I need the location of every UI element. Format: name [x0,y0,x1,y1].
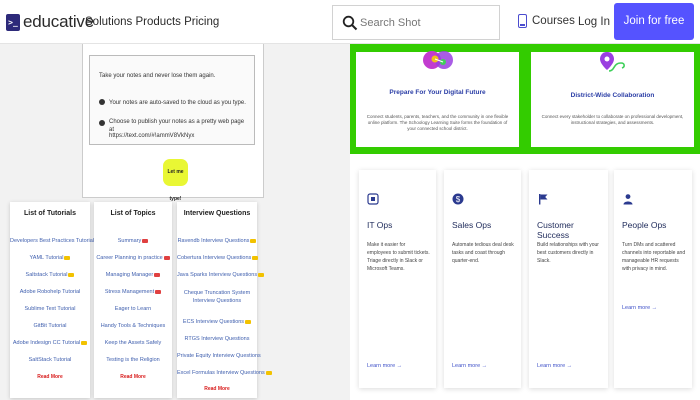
feature-title: Prepare For Your Digital Future [389,89,486,96]
ops-title: People Ops [622,220,667,230]
list-item[interactable]: RTGS Interview Questions [177,336,257,342]
feature-card-digital-future: Prepare For Your Digital Future Connect … [356,51,519,147]
badge-icon [155,289,162,294]
notes-promo-card: Take your notes and never lose them agai… [82,44,264,202]
ops-card-sales[interactable]: $ Sales Ops Automate tedious deal desk t… [444,170,521,388]
badge-icon [163,255,170,260]
list-item[interactable]: Java Sparks Interview Questions [177,272,265,278]
badge-icon [64,255,71,260]
ops-description: Make it easier for employees to submit t… [367,242,430,272]
list-title: List of Tutorials [24,210,76,217]
ops-description: Automate tedious deal desk tasks and coa… [452,242,514,264]
svg-text:$: $ [456,195,461,204]
promo-text-box: Take your notes and never lose them agai… [89,55,255,145]
topics-list-card: List of Topics Summary Career Planning i… [94,202,172,398]
list-item[interactable]: Managing Manager [94,272,172,278]
read-more-link[interactable]: Read More [94,374,172,380]
ops-card-people[interactable]: People Ops Turn DMs and scattered channe… [614,170,692,388]
tutorials-list-card: List of Tutorials Developers Best Practi… [10,202,102,398]
promo-url[interactable]: https://text.com/#!ammV8VkNyx [109,132,194,140]
promo-intro: Take your notes and never lose them agai… [99,73,216,79]
join-for-free-button[interactable]: Join for free [614,3,694,40]
list-title: List of Topics [110,210,156,217]
list-item[interactable]: Private Equity Interview Questions [177,353,261,359]
promo-bullet-1: Your notes are auto-saved to the cloud a… [109,100,246,106]
list-item[interactable]: Adobe Robohelp Tutorial [10,289,90,295]
dollar-icon: $ [452,193,464,205]
list-item[interactable]: Adobe Indesign CC Tutorial [10,340,90,346]
logo-icon: >_ [6,13,20,31]
list-item[interactable]: Excel Formulas Interview Questions [177,370,272,376]
location-pin-icon [600,52,625,72]
list-item[interactable]: Eager to Learn [94,306,172,312]
flag-icon [539,194,548,205]
courses-link[interactable]: Courses [518,14,575,28]
learn-more-link[interactable]: Learn more → [367,363,402,369]
list-item[interactable]: Sublime Text Tutorial [10,306,90,312]
list-item[interactable]: Developers Best Practices Tutorial [10,238,102,244]
list-item[interactable]: Handy Tools & Techniques [94,323,172,329]
read-more-link[interactable]: Read More [10,374,90,380]
badge-icon [250,238,257,243]
learn-more-link[interactable]: Learn more → [622,305,657,311]
people-icon [623,194,633,205]
list-item[interactable]: Cobertura Interview Questions [177,255,259,261]
learn-more-link[interactable]: Learn more → [537,363,572,369]
read-more-link[interactable]: Read More [177,386,257,392]
it-ops-icon [367,193,379,205]
badge-icon [81,340,88,345]
list-item[interactable]: Cheque Truncation System Interview Quest… [177,289,257,305]
badge-icon [68,272,75,277]
interview-list-card: Interview Questions Ravendb Interview Qu… [177,202,272,398]
badge-icon [245,319,252,324]
badge-icon [265,370,272,375]
badge-icon [258,272,265,277]
badge-icon [252,255,259,260]
ops-description: Turn DMs and scattered channels into rep… [622,242,686,272]
ops-title: IT Ops [367,220,393,230]
login-link[interactable]: Log In [578,16,610,28]
ops-description: Build relationships with your best custo… [537,242,599,264]
feature-description: Connect every stakeholder to collaborate… [541,114,684,125]
badge-icon [154,272,161,277]
list-item[interactable]: Saltstack Tutorial [10,272,90,278]
ops-title: Customer Success [537,220,574,240]
list-item[interactable]: Stress Management [94,289,172,295]
nav-links[interactable]: Solutions Products Pricing [85,16,219,28]
bullet-icon [99,120,105,126]
ops-card-it[interactable]: IT Ops Make it easier for employees to s… [359,170,436,388]
connections-icon [423,51,453,69]
bullet-icon [99,99,105,105]
list-item[interactable]: Career Planning in practice [94,255,172,261]
learn-more-link[interactable]: Learn more → [452,363,487,369]
list-title: Interview Questions [183,210,251,217]
logo-text: educative [23,12,94,31]
search-icon [342,15,358,31]
courses-label: Courses [532,15,575,27]
list-item[interactable]: Ravendb Interview Questions [177,238,257,244]
feature-description: Connect students, parents, teachers, and… [366,114,509,131]
feature-title: District-Wide Collaboration [570,92,655,99]
let-me-type-button[interactable]: Let me type! [163,159,188,202]
ops-card-customer-success[interactable]: Customer Success Build relationships wit… [529,170,608,388]
list-item[interactable]: SaltStack Tutorial [10,357,90,363]
badge-icon [142,238,149,243]
list-item[interactable]: Testing is the Religion [94,357,172,363]
search-box[interactable] [332,5,500,40]
list-item[interactable]: GitBit Tutorial [10,323,90,329]
ops-title: Sales Ops [452,220,492,230]
list-item[interactable]: ECS Interview Questions [177,319,257,325]
list-item[interactable]: YAML Tutorial [10,255,90,261]
list-item[interactable]: Summary [94,238,172,244]
educative-logo[interactable]: >_ educative [6,12,94,32]
feature-card-collaboration: District-Wide Collaboration Connect ever… [531,52,694,147]
list-item[interactable]: Keep the Assets Safely [94,340,172,346]
search-input[interactable] [360,15,494,31]
book-icon [518,14,527,28]
top-navbar: >_ educative Solutions Products Pricing … [0,0,700,44]
